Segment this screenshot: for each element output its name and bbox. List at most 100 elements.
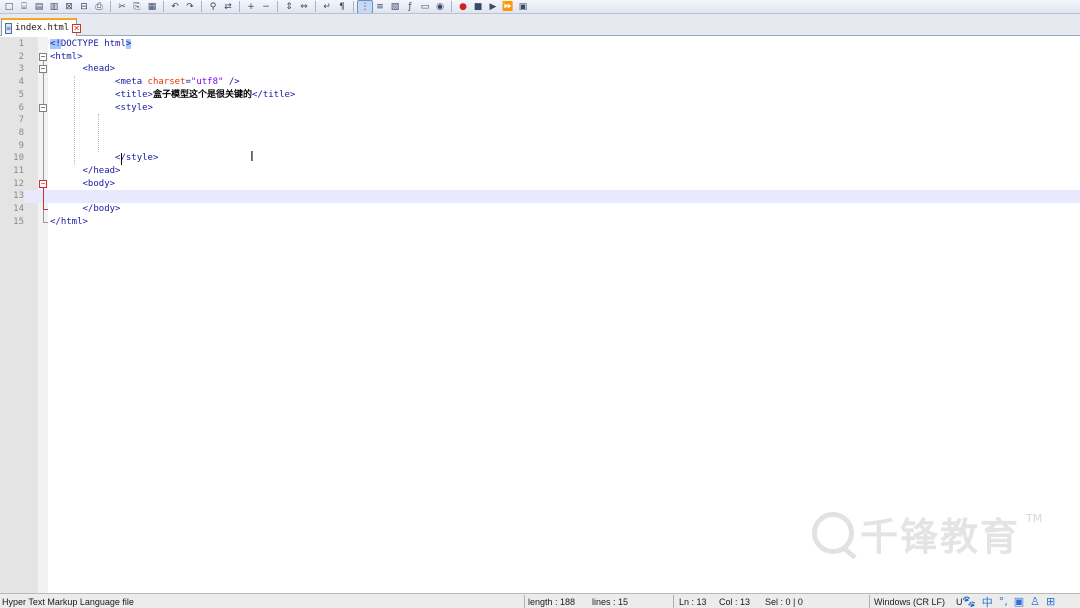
tab-close-icon[interactable]: ✕: [72, 23, 81, 33]
sync-vertical-icon[interactable]: ⇕: [282, 1, 296, 13]
folder-workspace-icon[interactable]: ▭: [418, 1, 432, 13]
document-tab-bar: ≡ index.html ✕: [0, 14, 1080, 36]
token-tag: <body>: [82, 178, 116, 189]
indent-guide-icon[interactable]: ⋮: [357, 0, 373, 13]
code-line[interactable]: 1 <!DOCTYPE html>: [0, 38, 1080, 51]
fold-toggle-icon[interactable]: −: [39, 65, 47, 74]
toolbox-icon[interactable]: ▣: [1014, 595, 1024, 608]
code-line[interactable]: 3 <head>: [0, 63, 1080, 76]
tab-index-html[interactable]: ≡ index.html ✕: [1, 18, 81, 36]
code-text: <!DOCTYPE html>: [50, 38, 132, 51]
open-file-icon[interactable]: ⌸: [17, 1, 31, 13]
line-number: 6: [18, 102, 24, 113]
line-number: 12: [13, 178, 24, 189]
find-icon[interactable]: ⚲: [206, 1, 220, 13]
file-icon: ≡: [5, 22, 13, 34]
save-icon[interactable]: ▤: [32, 1, 46, 13]
line-number: 11: [13, 166, 24, 176]
qianfeng-logo-icon: [812, 512, 854, 554]
toolbar-separator: [110, 1, 111, 12]
status-column: Col : 13: [719, 597, 751, 607]
indent-guide: [74, 76, 75, 165]
code-text: </head>: [50, 165, 121, 178]
code-text: <style>: [50, 102, 153, 115]
user-icon[interactable]: ♙: [1030, 595, 1040, 608]
code-line[interactable]: 14 </body>: [0, 203, 1080, 216]
line-number: 7: [18, 115, 24, 126]
fold-end-marker: [43, 221, 48, 223]
punctuation-mode-icon[interactable]: °,: [999, 595, 1008, 608]
run-macro-multiple-icon[interactable]: ⏩: [501, 1, 515, 13]
new-file-icon[interactable]: □: [2, 1, 16, 13]
doc-map-icon[interactable]: ▧: [388, 1, 402, 13]
redo-icon[interactable]: ↷: [183, 1, 197, 13]
code-line[interactable]: 10 </style>: [0, 152, 1080, 165]
code-line[interactable]: 7: [0, 114, 1080, 127]
status-selection: Sel : 0 | 0: [765, 597, 803, 607]
udl-icon[interactable]: ≡: [373, 1, 387, 13]
paw-icon[interactable]: 🐾: [962, 595, 976, 608]
token-tag: <style>: [115, 102, 153, 113]
sync-horizontal-icon[interactable]: ⇔: [297, 1, 311, 13]
fold-toggle-icon[interactable]: −: [39, 103, 47, 112]
token-tag: </html>: [50, 216, 88, 227]
code-line[interactable]: 8: [0, 127, 1080, 140]
paste-icon[interactable]: ▦: [145, 1, 159, 13]
monitoring-icon[interactable]: ◉: [433, 1, 447, 13]
show-all-chars-icon[interactable]: ¶: [335, 1, 349, 13]
save-all-icon[interactable]: ▥: [47, 1, 61, 13]
function-list-icon[interactable]: ƒ: [403, 1, 417, 13]
zoom-in-icon[interactable]: +: [244, 1, 258, 13]
ime-tray: 🐾 中 °, ▣ ♙ ⊞: [962, 594, 1055, 608]
code-text: </html>: [50, 216, 88, 229]
line-number: 13: [0, 190, 24, 204]
tab-label: index.html: [15, 23, 70, 33]
replace-icon[interactable]: ⇄: [221, 1, 235, 13]
close-icon[interactable]: ⊠: [62, 1, 76, 13]
code-line[interactable]: 12 <body>: [0, 178, 1080, 191]
zoom-out-icon[interactable]: −: [259, 1, 273, 13]
code-line[interactable]: 9: [0, 140, 1080, 153]
code-line[interactable]: 6 <style>: [0, 102, 1080, 115]
word-wrap-icon[interactable]: ↵: [320, 1, 334, 13]
status-eol-format[interactable]: Windows (CR LF): [874, 597, 945, 608]
code-line[interactable]: 11 </head>: [0, 165, 1080, 178]
token-tag: <html>: [50, 51, 83, 62]
toolbar-separator: [315, 1, 316, 12]
status-divider: [869, 595, 870, 608]
ime-chinese-mode[interactable]: 中: [982, 594, 993, 608]
indent-guide: [98, 114, 99, 153]
stop-macro-icon[interactable]: ■: [471, 1, 485, 13]
main-toolbar: □ ⌸ ▤ ▥ ⊠ ⊟ ⎙ ✂ ⎘ ▦ ↶ ↷ ⚲ ⇄ + − ⇕ ⇔ ↵ ¶ ⋮ ≡ ▧ ƒ ▭ ◉ ● ■ ▶ ⏩ ▣: [0, 0, 1080, 14]
code-line[interactable]: 15 </html>: [0, 216, 1080, 229]
watermark-text: 千锋教育: [860, 514, 1021, 559]
code-text: <body>: [50, 178, 116, 191]
token-txt: 盒子模型这个是很关键的: [152, 89, 252, 100]
toolbar-separator: [451, 1, 452, 12]
token-tag: </title>: [251, 89, 296, 100]
play-macro-icon[interactable]: ▶: [486, 1, 500, 13]
fold-toggle-icon[interactable]: −: [39, 52, 47, 61]
line-number: 4: [18, 77, 24, 88]
fold-end-marker: [43, 209, 48, 211]
fold-toggle-icon[interactable]: −: [39, 179, 47, 188]
cut-icon[interactable]: ✂: [115, 1, 129, 13]
print-icon[interactable]: ⎙: [92, 1, 106, 13]
undo-icon[interactable]: ↶: [168, 1, 182, 13]
status-file-type: Hyper Text Markup Language file: [2, 597, 134, 607]
copy-icon[interactable]: ⎘: [130, 1, 144, 13]
code-line[interactable]: 13: [0, 190, 1080, 204]
code-line[interactable]: 2 <html>: [0, 51, 1080, 64]
code-line[interactable]: 4 <meta charset="utf8" />: [0, 76, 1080, 89]
line-number: 9: [18, 140, 24, 151]
toolbar-separator: [239, 1, 240, 12]
status-length: length : 188: [528, 597, 576, 607]
code-line[interactable]: 5 <title>盒子模型这个是很关键的</title>: [0, 89, 1080, 102]
status-line-number: Ln : 13: [679, 597, 707, 607]
code-text: </body>: [50, 203, 121, 216]
status-lines: lines : 15: [592, 597, 629, 607]
save-macro-icon[interactable]: ▣: [516, 1, 530, 13]
close-all-icon[interactable]: ⊟: [77, 1, 91, 13]
record-macro-icon[interactable]: ●: [456, 1, 470, 13]
grid-icon[interactable]: ⊞: [1046, 595, 1055, 608]
